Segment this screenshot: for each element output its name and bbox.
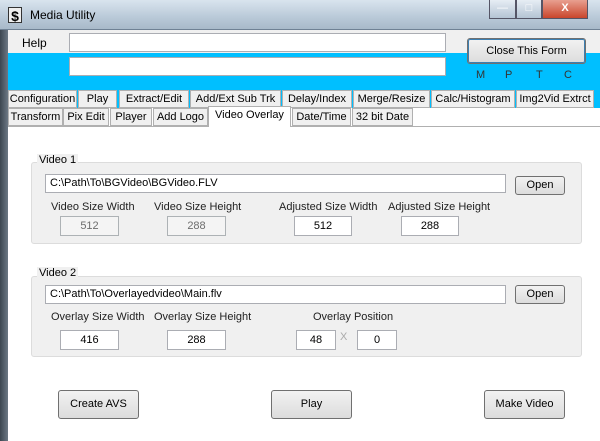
adjusted-size-width-input[interactable]: 512 xyxy=(294,216,352,236)
window-title: Media Utility xyxy=(30,8,96,22)
indicator-p: P xyxy=(505,69,513,81)
info-textbox-2[interactable] xyxy=(69,57,446,76)
video-size-width-input: 512 xyxy=(60,216,119,236)
window-frame xyxy=(0,30,8,441)
tab-32-bit-date[interactable]: 32 bit Date xyxy=(352,108,413,126)
tab-play[interactable]: Play xyxy=(78,90,117,108)
video-size-width-label: Video Size Width xyxy=(51,201,135,213)
indicator-t: T xyxy=(536,69,543,81)
tab-transform[interactable]: Transform xyxy=(8,108,63,126)
video1-path-input[interactable]: C:\Path\To\BGVideo\BGVideo.FLV xyxy=(45,174,506,193)
minimize-button[interactable]: — xyxy=(489,0,516,19)
tab-configuration[interactable]: Configuration xyxy=(8,90,77,108)
indicator-c: C xyxy=(564,69,572,81)
make-video-button[interactable]: Make Video xyxy=(484,390,565,419)
tab-video-overlay[interactable]: Video Overlay xyxy=(208,106,291,127)
maximize-button[interactable]: □ xyxy=(516,0,542,19)
tab-delay-index[interactable]: Delay/Index xyxy=(282,90,352,108)
position-separator: X xyxy=(340,331,348,343)
tab-img2vid-extrct[interactable]: Img2Vid Extrct xyxy=(516,90,594,108)
video2-open-button[interactable]: Open xyxy=(515,285,565,304)
close-window-button[interactable]: X xyxy=(542,0,588,19)
tab-player[interactable]: Player xyxy=(110,108,152,126)
info-textbox-1[interactable] xyxy=(69,33,446,52)
tab-calc-histogram[interactable]: Calc/Histogram xyxy=(431,90,515,108)
tab-date-time[interactable]: Date/Time xyxy=(292,108,351,126)
menu-help[interactable]: Help xyxy=(22,36,47,50)
adjusted-size-width-label: Adjusted Size Width xyxy=(279,201,378,213)
overlay-size-height-label: Overlay Size Height xyxy=(154,311,252,323)
video-size-height-label: Video Size Height xyxy=(154,201,242,213)
app-logo-icon: $ xyxy=(8,7,22,24)
video1-open-button[interactable]: Open xyxy=(515,176,565,195)
tab-merge-resize[interactable]: Merge/Resize xyxy=(353,90,430,108)
video1-label: Video 1 xyxy=(37,154,79,166)
indicator-m: M xyxy=(476,69,486,81)
adjusted-size-height-input[interactable]: 288 xyxy=(401,216,459,236)
overlay-size-width-input[interactable]: 416 xyxy=(60,330,119,350)
close-form-button[interactable]: Close This Form xyxy=(467,38,586,64)
overlay-size-width-label: Overlay Size Width xyxy=(51,311,145,323)
video-size-height-input: 288 xyxy=(167,216,226,236)
tab-add-logo[interactable]: Add Logo xyxy=(153,108,208,126)
tab-extract-edit[interactable]: Extract/Edit xyxy=(119,90,189,108)
overlay-position-y-input[interactable]: 0 xyxy=(357,330,397,350)
overlay-position-label: Overlay Position xyxy=(313,311,394,323)
create-avs-button[interactable]: Create AVS xyxy=(58,390,139,419)
video2-label: Video 2 xyxy=(37,267,79,279)
adjusted-size-height-label: Adjusted Size Height xyxy=(388,201,491,213)
overlay-position-x-input[interactable]: 48 xyxy=(296,330,336,350)
play-button[interactable]: Play xyxy=(271,390,352,419)
overlay-size-height-input[interactable]: 288 xyxy=(167,330,226,350)
video2-path-input[interactable]: C:\Path\To\Overlayedvideo\Main.flv xyxy=(45,285,506,304)
tab-pix-edit[interactable]: Pix Edit xyxy=(63,108,109,126)
